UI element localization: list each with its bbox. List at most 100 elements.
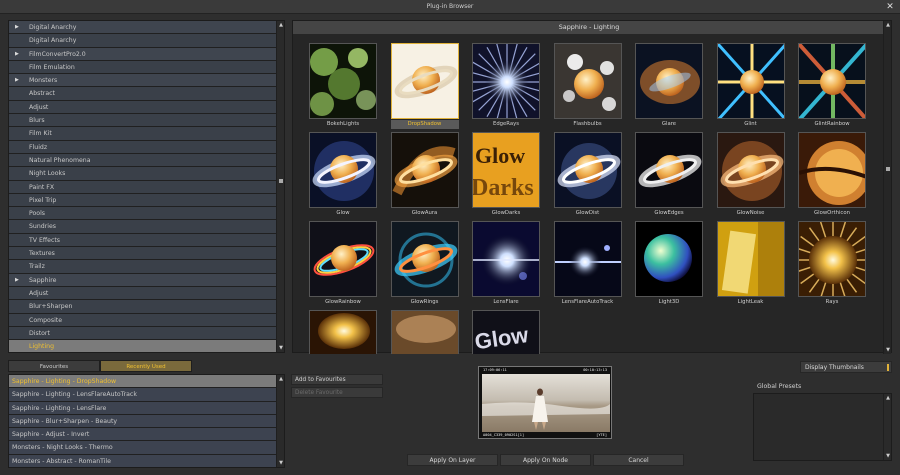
tree-item[interactable]: Adjust bbox=[9, 100, 284, 115]
effect-tile[interactable]: Glint bbox=[716, 43, 785, 129]
effect-tile[interactable]: Glare bbox=[635, 43, 703, 129]
effect-tile[interactable]: GlowEdges bbox=[635, 132, 703, 218]
tree-item[interactable]: TV Effects bbox=[9, 233, 284, 248]
effect-thumbnail[interactable] bbox=[309, 310, 377, 354]
tree-item[interactable]: Paint FX bbox=[9, 180, 284, 194]
grid-scrollbar[interactable]: ▲ ▼ bbox=[883, 21, 891, 354]
effect-tile[interactable]: GlintRainbow bbox=[798, 43, 866, 129]
effect-thumbnail[interactable] bbox=[716, 132, 785, 208]
effect-tile[interactable]: Rays bbox=[798, 221, 866, 307]
expand-arrow-icon[interactable]: ▶ bbox=[15, 74, 19, 87]
tree-item[interactable]: Distort bbox=[9, 326, 284, 341]
tree-item[interactable]: ▶ FilmConvertPro2.0 bbox=[9, 47, 284, 61]
recent-item[interactable]: Sapphire - Lighting - DropShadow bbox=[9, 375, 284, 389]
effect-tile[interactable]: Flashbulbs bbox=[553, 43, 622, 129]
effect-tile[interactable]: Glow Darks GlowDarks bbox=[472, 132, 540, 218]
tab-recently-used[interactable]: Recently Used bbox=[100, 360, 192, 372]
tree-scrollbar[interactable]: ▲ ▼ bbox=[276, 21, 284, 352]
tree-item[interactable]: ▶ Sapphire bbox=[9, 273, 284, 287]
effect-thumbnail[interactable] bbox=[390, 132, 459, 208]
effect-tile[interactable]: LightLeak bbox=[716, 221, 785, 307]
effect-tile[interactable] bbox=[309, 310, 377, 354]
delete-favourite-button[interactable]: Delete Favourite bbox=[291, 387, 383, 398]
display-thumbnails-toggle[interactable]: Display Thumbnails bbox=[800, 361, 892, 373]
recent-item[interactable]: Sapphire - Adjust - Invert bbox=[9, 428, 284, 442]
effect-thumbnail[interactable] bbox=[798, 132, 866, 208]
effect-thumbnail[interactable] bbox=[472, 221, 540, 297]
tree-item[interactable]: Blurs bbox=[9, 114, 284, 128]
tree-item[interactable]: Textures bbox=[9, 247, 284, 261]
effect-tile[interactable]: Light3D bbox=[635, 221, 703, 307]
recent-item[interactable]: Sapphire - Blur+Sharpen - Beauty bbox=[9, 414, 284, 429]
presets-scrollbar[interactable]: ▲ ▼ bbox=[883, 394, 891, 460]
tree-item[interactable]: Fluidz bbox=[9, 140, 284, 154]
expand-arrow-icon[interactable]: ▶ bbox=[15, 274, 19, 287]
tab-favourites[interactable]: Favourites bbox=[8, 360, 100, 372]
tree-item[interactable]: ▶ Digital Anarchy bbox=[9, 21, 284, 35]
apply-on-layer-button[interactable]: Apply On Layer bbox=[407, 454, 498, 466]
tree-item[interactable]: Natural Phenomena bbox=[9, 153, 284, 168]
effect-thumbnail[interactable] bbox=[390, 221, 459, 297]
tree-item[interactable]: Adjust bbox=[9, 286, 284, 301]
effect-thumbnail[interactable] bbox=[553, 221, 622, 297]
tree-item[interactable]: Sundries bbox=[9, 220, 284, 234]
effect-tile[interactable]: GlowAura bbox=[390, 132, 459, 218]
effect-thumbnail[interactable] bbox=[553, 43, 622, 119]
effect-tile[interactable]: GlowRings bbox=[390, 221, 459, 307]
tree-item[interactable]: Abstract bbox=[9, 87, 284, 101]
close-icon[interactable]: ✕ bbox=[885, 0, 895, 14]
expand-arrow-icon[interactable]: ▶ bbox=[15, 21, 19, 34]
global-presets-list[interactable]: ▲ ▼ bbox=[753, 393, 892, 461]
scroll-down-icon[interactable]: ▼ bbox=[277, 344, 284, 352]
scroll-down-icon[interactable]: ▼ bbox=[884, 346, 892, 354]
tree-item[interactable]: ▶ Monsters bbox=[9, 74, 284, 88]
effect-thumbnail[interactable] bbox=[716, 43, 785, 119]
effect-thumbnail[interactable] bbox=[309, 43, 377, 119]
effect-tile[interactable] bbox=[390, 310, 459, 354]
recent-item[interactable]: Sapphire - Lighting - LensFlare bbox=[9, 401, 284, 415]
effect-tile[interactable]: Glow bbox=[309, 132, 377, 218]
tree-item[interactable]: Pixel Trip bbox=[9, 193, 284, 208]
tree-item[interactable]: Film Emulation bbox=[9, 60, 284, 75]
recent-item[interactable]: Monsters - Night Looks - Thermo bbox=[9, 441, 284, 455]
effect-thumbnail[interactable] bbox=[472, 43, 540, 119]
effect-thumbnail[interactable] bbox=[798, 221, 866, 297]
tree-item[interactable]: Composite bbox=[9, 313, 284, 327]
effect-tile[interactable]: Glow bbox=[472, 310, 540, 354]
effect-tile[interactable]: GlowDist bbox=[553, 132, 622, 218]
effect-thumbnail[interactable] bbox=[309, 221, 377, 297]
recent-item[interactable]: Sapphire - Lighting - LensFlareAutoTrack bbox=[9, 388, 284, 402]
tree-item[interactable]: Lighting bbox=[9, 340, 284, 352]
effect-thumbnail[interactable] bbox=[798, 43, 866, 119]
effect-thumbnail[interactable] bbox=[553, 132, 622, 208]
effect-tile[interactable]: GlowNoise bbox=[716, 132, 785, 218]
scroll-thumb[interactable] bbox=[279, 179, 283, 183]
scroll-thumb[interactable] bbox=[886, 167, 890, 171]
effect-thumbnail[interactable] bbox=[309, 132, 377, 208]
tree-item[interactable]: Blur+Sharpen bbox=[9, 300, 284, 314]
scroll-up-icon[interactable]: ▲ bbox=[277, 375, 284, 383]
recent-item[interactable]: Monsters - Abstract - RomanTile bbox=[9, 454, 284, 467]
tree-item[interactable]: Film Kit bbox=[9, 127, 284, 141]
expand-arrow-icon[interactable]: ▶ bbox=[15, 48, 19, 61]
scroll-down-icon[interactable]: ▼ bbox=[884, 452, 892, 460]
effect-tile[interactable]: GlowRainbow bbox=[309, 221, 377, 307]
tree-item[interactable]: Night Looks bbox=[9, 167, 284, 181]
scroll-up-icon[interactable]: ▲ bbox=[884, 21, 892, 29]
effect-tile[interactable]: LensFlareAutoTrack bbox=[553, 221, 622, 307]
effect-tile[interactable]: DropShadow bbox=[390, 43, 459, 129]
scroll-down-icon[interactable]: ▼ bbox=[277, 459, 284, 467]
effect-tile[interactable]: EdgeRays bbox=[472, 43, 540, 129]
effect-tile[interactable]: GlowOrthicon bbox=[798, 132, 866, 218]
tree-item[interactable]: Digital Anarchy bbox=[9, 34, 284, 48]
add-to-favourites-button[interactable]: Add to Favourites bbox=[291, 374, 383, 385]
effect-thumbnail[interactable] bbox=[390, 310, 459, 354]
scroll-up-icon[interactable]: ▲ bbox=[277, 21, 284, 29]
effect-tile[interactable]: BokehLights bbox=[309, 43, 377, 129]
effect-thumbnail[interactable]: Glow Darks bbox=[472, 132, 540, 208]
tree-item[interactable]: Pools bbox=[9, 207, 284, 221]
effect-thumbnail[interactable] bbox=[390, 43, 459, 119]
favourites-scrollbar[interactable]: ▲ ▼ bbox=[276, 375, 284, 467]
effect-thumbnail[interactable] bbox=[635, 221, 703, 297]
tree-item[interactable]: Trailz bbox=[9, 260, 284, 274]
